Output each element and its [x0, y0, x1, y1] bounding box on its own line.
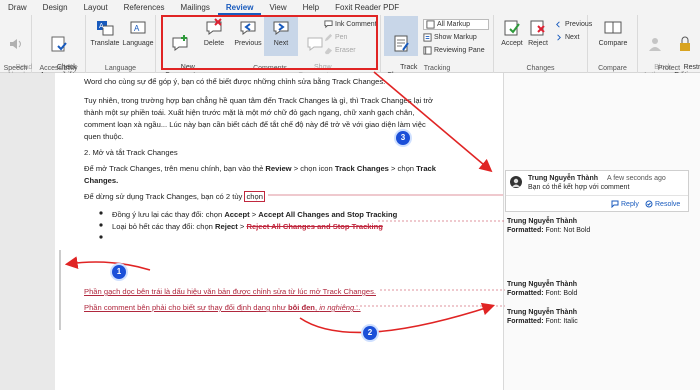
previous-change-button[interactable]: Previous [554, 20, 592, 29]
document-paragraph-2c: comment loạn xà ngầu... Lúc này bạn cần … [84, 120, 426, 129]
group-tracking: Track Changes All Markup Show Markup Rev… [381, 15, 494, 79]
group-label-protect: Protect [657, 65, 681, 72]
comment-timestamp: A few seconds ago [607, 175, 666, 182]
group-protect: Block Authors Restrict Editing Protect [638, 15, 700, 79]
compare-icon [604, 21, 622, 34]
group-changes: Accept Reject Previous Next Changes [494, 15, 592, 73]
reject-icon [530, 20, 545, 36]
markup-display-dropdown[interactable]: All Markup [423, 19, 489, 30]
group-compare: Compare Compare [588, 15, 638, 73]
group-label-language: Language [104, 65, 137, 72]
ink-comment-button[interactable]: Ink Comment [324, 20, 377, 29]
accessibility-check-icon [51, 36, 67, 52]
group-label-comments: Comments [253, 65, 287, 72]
section-heading: 2. Mở và tắt Track Changes [84, 148, 178, 157]
delete-comment-icon [206, 18, 222, 35]
tab-draw[interactable]: Draw [0, 0, 35, 15]
svg-text:A: A [134, 24, 140, 33]
annotation-badge-1: 1 [112, 265, 126, 279]
delete-comment-button[interactable]: Delete [197, 18, 231, 48]
next-change-button[interactable]: Next [554, 33, 579, 42]
previous-comment-icon [240, 21, 256, 35]
tab-help[interactable]: Help [295, 0, 327, 15]
language-icon: A [130, 21, 146, 34]
group-label-tracking: Tracking [423, 65, 451, 72]
tab-foxit[interactable]: Foxit Reader PDF [327, 0, 407, 15]
markup-icon [426, 20, 435, 29]
tab-view[interactable]: View [261, 0, 294, 15]
comment-divider [506, 195, 688, 196]
reply-icon [611, 200, 619, 208]
document-paragraph-3a: Để mở Track Changes, trên menu chính, bạ… [84, 164, 436, 173]
translate-icon: A [97, 21, 114, 36]
group-label-speech: Speech [3, 65, 28, 72]
resolve-icon [645, 200, 653, 208]
next-comment-button[interactable]: Next [264, 16, 298, 56]
ink-comment-icon [324, 20, 333, 29]
group-accessibility: Check Accessibility Accessibility [32, 15, 86, 79]
ribbon: Read Aloud Speech Check Accessibility Ac… [0, 15, 700, 79]
new-comment-icon [172, 35, 188, 51]
show-markup-dropdown[interactable]: Show Markup [423, 33, 477, 42]
compare-button[interactable]: Compare [596, 18, 630, 48]
format-balloon-1[interactable]: Trung Nguyễn Thành Formatted: Font: Not … [507, 217, 692, 235]
speaker-icon [10, 39, 21, 49]
show-markup-icon [423, 33, 432, 42]
group-comments: New Comment Delete Previous Next Show Co… [160, 15, 381, 79]
format-balloon-2[interactable]: Trung Nguyễn Thành Formatted: Font: Bold [507, 280, 692, 298]
comment-text[interactable]: Bạn có thể kết hợp với comment [528, 184, 629, 191]
reviewing-pane-icon [423, 46, 432, 55]
revision-note-2: Phần comment bên phải cho biết sự thay đ… [84, 303, 361, 312]
tab-review[interactable]: Review [217, 0, 262, 15]
document-line-1: Word cho cùng sự để góp ý, bạn có thể bi… [84, 77, 386, 86]
accept-icon [504, 20, 520, 36]
ribbon-tabs: Draw Design Layout References Mailings R… [0, 0, 700, 15]
bullet-reject: Loại bỏ hết các thay đổi: chọn Reject > … [112, 222, 383, 231]
track-changes-icon [394, 35, 409, 52]
comment-author: Trung Nguyễn Thành [528, 175, 598, 182]
bullet-accept: Đồng ý lưu lại các thay đổi: chọn Accept… [112, 210, 398, 219]
block-authors-icon [649, 38, 661, 51]
language-button[interactable]: A Language [121, 18, 155, 48]
tab-layout[interactable]: Layout [76, 0, 116, 15]
pen-icon [324, 33, 333, 42]
word-window: Draw Design Layout References Mailings R… [0, 0, 700, 390]
reject-button[interactable]: Reject [521, 18, 555, 48]
annotation-badge-3: 3 [396, 131, 410, 145]
next-change-icon [557, 34, 561, 41]
eraser-icon [324, 47, 333, 55]
reply-button[interactable]: Reply [611, 200, 639, 208]
annotation-badge-2: 2 [363, 326, 377, 340]
group-label-compare: Compare [598, 65, 627, 72]
pen-button[interactable]: Pen [324, 33, 347, 42]
previous-change-icon [556, 21, 560, 28]
svg-text:A: A [99, 23, 104, 30]
group-label-changes: Changes [526, 65, 555, 72]
format-balloon-3[interactable]: Trung Nguyễn Thành Formatted: Font: Ital… [507, 308, 692, 326]
tab-mailings[interactable]: Mailings [173, 0, 218, 15]
next-comment-icon [273, 21, 289, 35]
group-label-accessibility: Accessibility [39, 65, 78, 72]
translate-button[interactable]: A Translate [88, 18, 122, 48]
group-language: A Translate A Language Language [86, 15, 156, 73]
tab-design[interactable]: Design [35, 0, 76, 15]
resolve-button[interactable]: Resolve [645, 200, 680, 208]
lock-icon [680, 36, 690, 51]
previous-comment-button[interactable]: Previous [231, 18, 265, 48]
eraser-button[interactable]: Eraser [324, 46, 356, 55]
comment-card[interactable]: Trung Nguyễn Thành A few seconds ago Bạn… [505, 170, 689, 212]
document-paragraph-2a: Tuy nhiên, trong trường hợp bạn chẳng hề… [84, 96, 434, 105]
track-changes-button[interactable]: Track Changes [384, 16, 418, 79]
document-paragraph-4: Để dừng sử dụng Track Changes, bạn có 2 … [84, 191, 265, 202]
reviewing-pane-dropdown[interactable]: Reviewing Pane [423, 46, 485, 55]
document-paragraph-2d: quen thuộc. [84, 132, 124, 141]
revision-note-1: Phần gạch dọc bên trái là dấu hiệu văn b… [84, 287, 376, 296]
document-paragraph-2b: thành một sự phiền toái. Xuất hiện trước… [84, 108, 415, 117]
group-speech: Read Aloud Speech [0, 15, 32, 79]
tab-references[interactable]: References [116, 0, 173, 15]
avatar [510, 176, 522, 188]
comment-anchor[interactable]: chọn [244, 191, 265, 202]
document-paragraph-3b: Changes. [84, 176, 119, 185]
show-comments-icon [307, 37, 323, 51]
